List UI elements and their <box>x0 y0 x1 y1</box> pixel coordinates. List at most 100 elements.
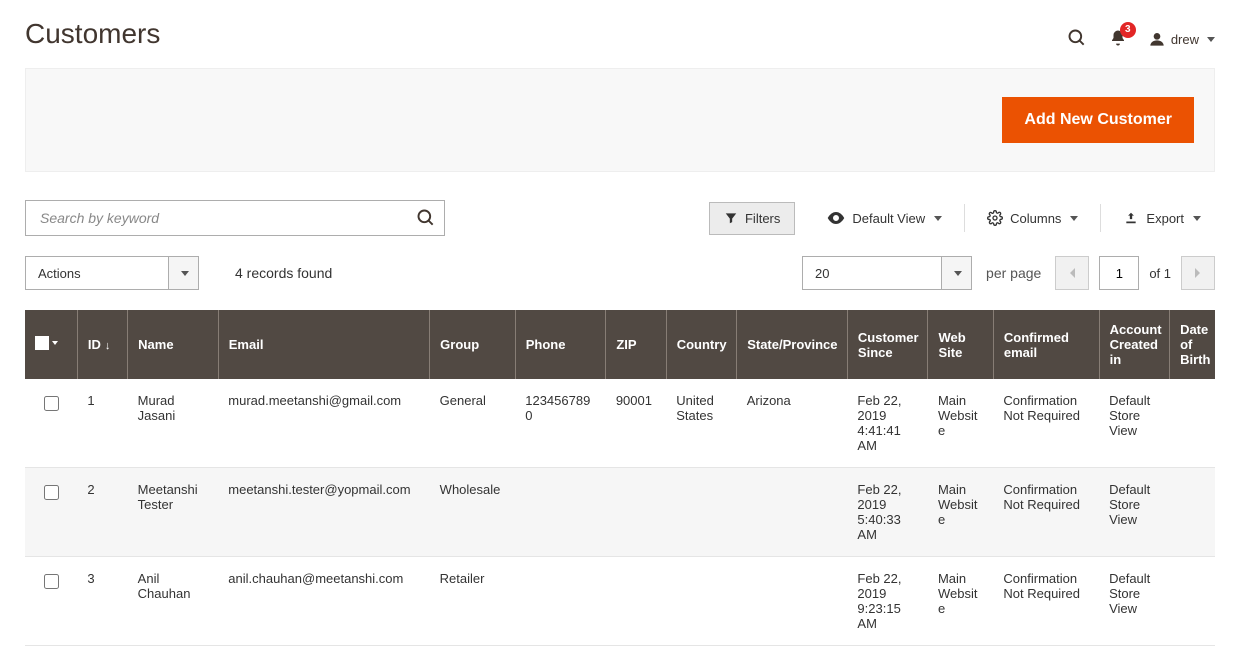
search-icon[interactable] <box>1067 28 1087 51</box>
cell-dob <box>1170 468 1215 557</box>
cell-dob <box>1170 557 1215 646</box>
page-input[interactable] <box>1099 256 1139 290</box>
filter-icon <box>724 211 738 225</box>
default-view-label: Default View <box>852 211 925 226</box>
row-checkbox[interactable] <box>44 574 59 589</box>
add-new-customer-button[interactable]: Add New Customer <box>1002 97 1194 143</box>
cell-zip <box>606 557 666 646</box>
next-page-button[interactable] <box>1181 256 1215 290</box>
cell-confirmed: Confirmation Not Required <box>993 468 1099 557</box>
chevron-down-icon <box>954 271 962 276</box>
column-confirmed[interactable]: Confirmed email <box>993 310 1099 379</box>
column-since[interactable]: Customer Since <box>847 310 928 379</box>
user-icon <box>1149 31 1165 47</box>
notification-badge: 3 <box>1120 22 1136 38</box>
notifications-icon[interactable]: 3 <box>1109 28 1127 51</box>
chevron-right-icon <box>1194 267 1202 279</box>
cell-zip <box>606 468 666 557</box>
column-email[interactable]: Email <box>218 310 429 379</box>
cell-phone: 1234567890 <box>515 379 606 468</box>
export-label: Export <box>1146 211 1184 226</box>
per-page-label: per page <box>986 265 1041 281</box>
records-found-label: 4 records found <box>235 265 332 281</box>
search-icon[interactable] <box>416 208 436 228</box>
export-icon <box>1123 211 1139 225</box>
cell-id: 3 <box>77 557 127 646</box>
columns-button[interactable]: Columns <box>973 202 1092 234</box>
chevron-down-icon <box>52 341 58 345</box>
column-created-in[interactable]: Account Created in <box>1099 310 1169 379</box>
cell-id: 1 <box>77 379 127 468</box>
column-select-all[interactable] <box>25 310 77 379</box>
cell-website: Main Website <box>928 468 993 557</box>
cell-name: Anil Chauhan <box>128 557 219 646</box>
chevron-down-icon <box>934 216 942 221</box>
cell-country: United States <box>666 379 736 468</box>
column-website[interactable]: Web Site <box>928 310 993 379</box>
cell-email: anil.chauhan@meetanshi.com <box>218 557 429 646</box>
column-id[interactable]: ID↓ <box>77 310 127 379</box>
cell-website: Main Website <box>928 557 993 646</box>
cell-group: General <box>430 379 516 468</box>
gear-icon <box>987 210 1003 226</box>
table-row[interactable]: 3Anil Chauhananil.chauhan@meetanshi.comR… <box>25 557 1215 646</box>
chevron-down-icon <box>1193 216 1201 221</box>
divider <box>1100 204 1101 232</box>
cell-zip: 90001 <box>606 379 666 468</box>
page-of-label: of 1 <box>1149 266 1171 281</box>
cell-name: Meetanshi Tester <box>128 468 219 557</box>
chevron-down-icon <box>1070 216 1078 221</box>
columns-label: Columns <box>1010 211 1061 226</box>
eye-icon <box>827 212 845 224</box>
per-page-toggle[interactable] <box>942 256 972 290</box>
cell-phone <box>515 557 606 646</box>
cell-group: Retailer <box>430 557 516 646</box>
cell-state: Arizona <box>737 379 848 468</box>
cell-confirmed: Confirmation Not Required <box>993 557 1099 646</box>
cell-email: meetanshi.tester@yopmail.com <box>218 468 429 557</box>
chevron-left-icon <box>1068 267 1076 279</box>
divider <box>964 204 965 232</box>
export-button[interactable]: Export <box>1109 203 1215 234</box>
cell-state <box>737 468 848 557</box>
sort-down-icon: ↓ <box>105 340 111 352</box>
cell-created-in: Default Store View <box>1099 468 1169 557</box>
cell-phone <box>515 468 606 557</box>
cell-email: murad.meetanshi@gmail.com <box>218 379 429 468</box>
user-menu[interactable]: drew <box>1149 31 1215 47</box>
search-box[interactable] <box>25 200 445 236</box>
action-bar: Add New Customer <box>25 68 1215 172</box>
row-checkbox[interactable] <box>44 485 59 500</box>
cell-since: Feb 22, 2019 5:40:33 AM <box>847 468 928 557</box>
cell-dob <box>1170 379 1215 468</box>
column-dob[interactable]: Date of Birth <box>1170 310 1215 379</box>
column-state[interactable]: State/Province <box>737 310 848 379</box>
search-input[interactable] <box>38 209 416 227</box>
column-name[interactable]: Name <box>128 310 219 379</box>
column-zip[interactable]: ZIP <box>606 310 666 379</box>
cell-state <box>737 557 848 646</box>
username-label: drew <box>1171 32 1199 47</box>
default-view-button[interactable]: Default View <box>813 203 956 234</box>
per-page-select[interactable]: 20 <box>802 256 972 290</box>
column-group[interactable]: Group <box>430 310 516 379</box>
cell-confirmed: Confirmation Not Required <box>993 379 1099 468</box>
per-page-value: 20 <box>802 256 942 290</box>
filters-button[interactable]: Filters <box>709 202 795 235</box>
cell-country <box>666 557 736 646</box>
actions-dropdown[interactable]: Actions <box>25 256 199 290</box>
column-country[interactable]: Country <box>666 310 736 379</box>
table-row[interactable]: 2Meetanshi Testermeetanshi.tester@yopmai… <box>25 468 1215 557</box>
cell-since: Feb 22, 2019 4:41:41 AM <box>847 379 928 468</box>
filters-label: Filters <box>745 211 780 226</box>
cell-since: Feb 22, 2019 9:23:15 AM <box>847 557 928 646</box>
column-phone[interactable]: Phone <box>515 310 606 379</box>
prev-page-button[interactable] <box>1055 256 1089 290</box>
row-checkbox[interactable] <box>44 396 59 411</box>
table-row[interactable]: 1Murad Jasanimurad.meetanshi@gmail.comGe… <box>25 379 1215 468</box>
cell-country <box>666 468 736 557</box>
customers-table: ID↓ Name Email Group Phone ZIP Country S… <box>25 310 1215 646</box>
chevron-down-icon <box>181 271 189 276</box>
actions-toggle[interactable] <box>169 256 199 290</box>
cell-id: 2 <box>77 468 127 557</box>
